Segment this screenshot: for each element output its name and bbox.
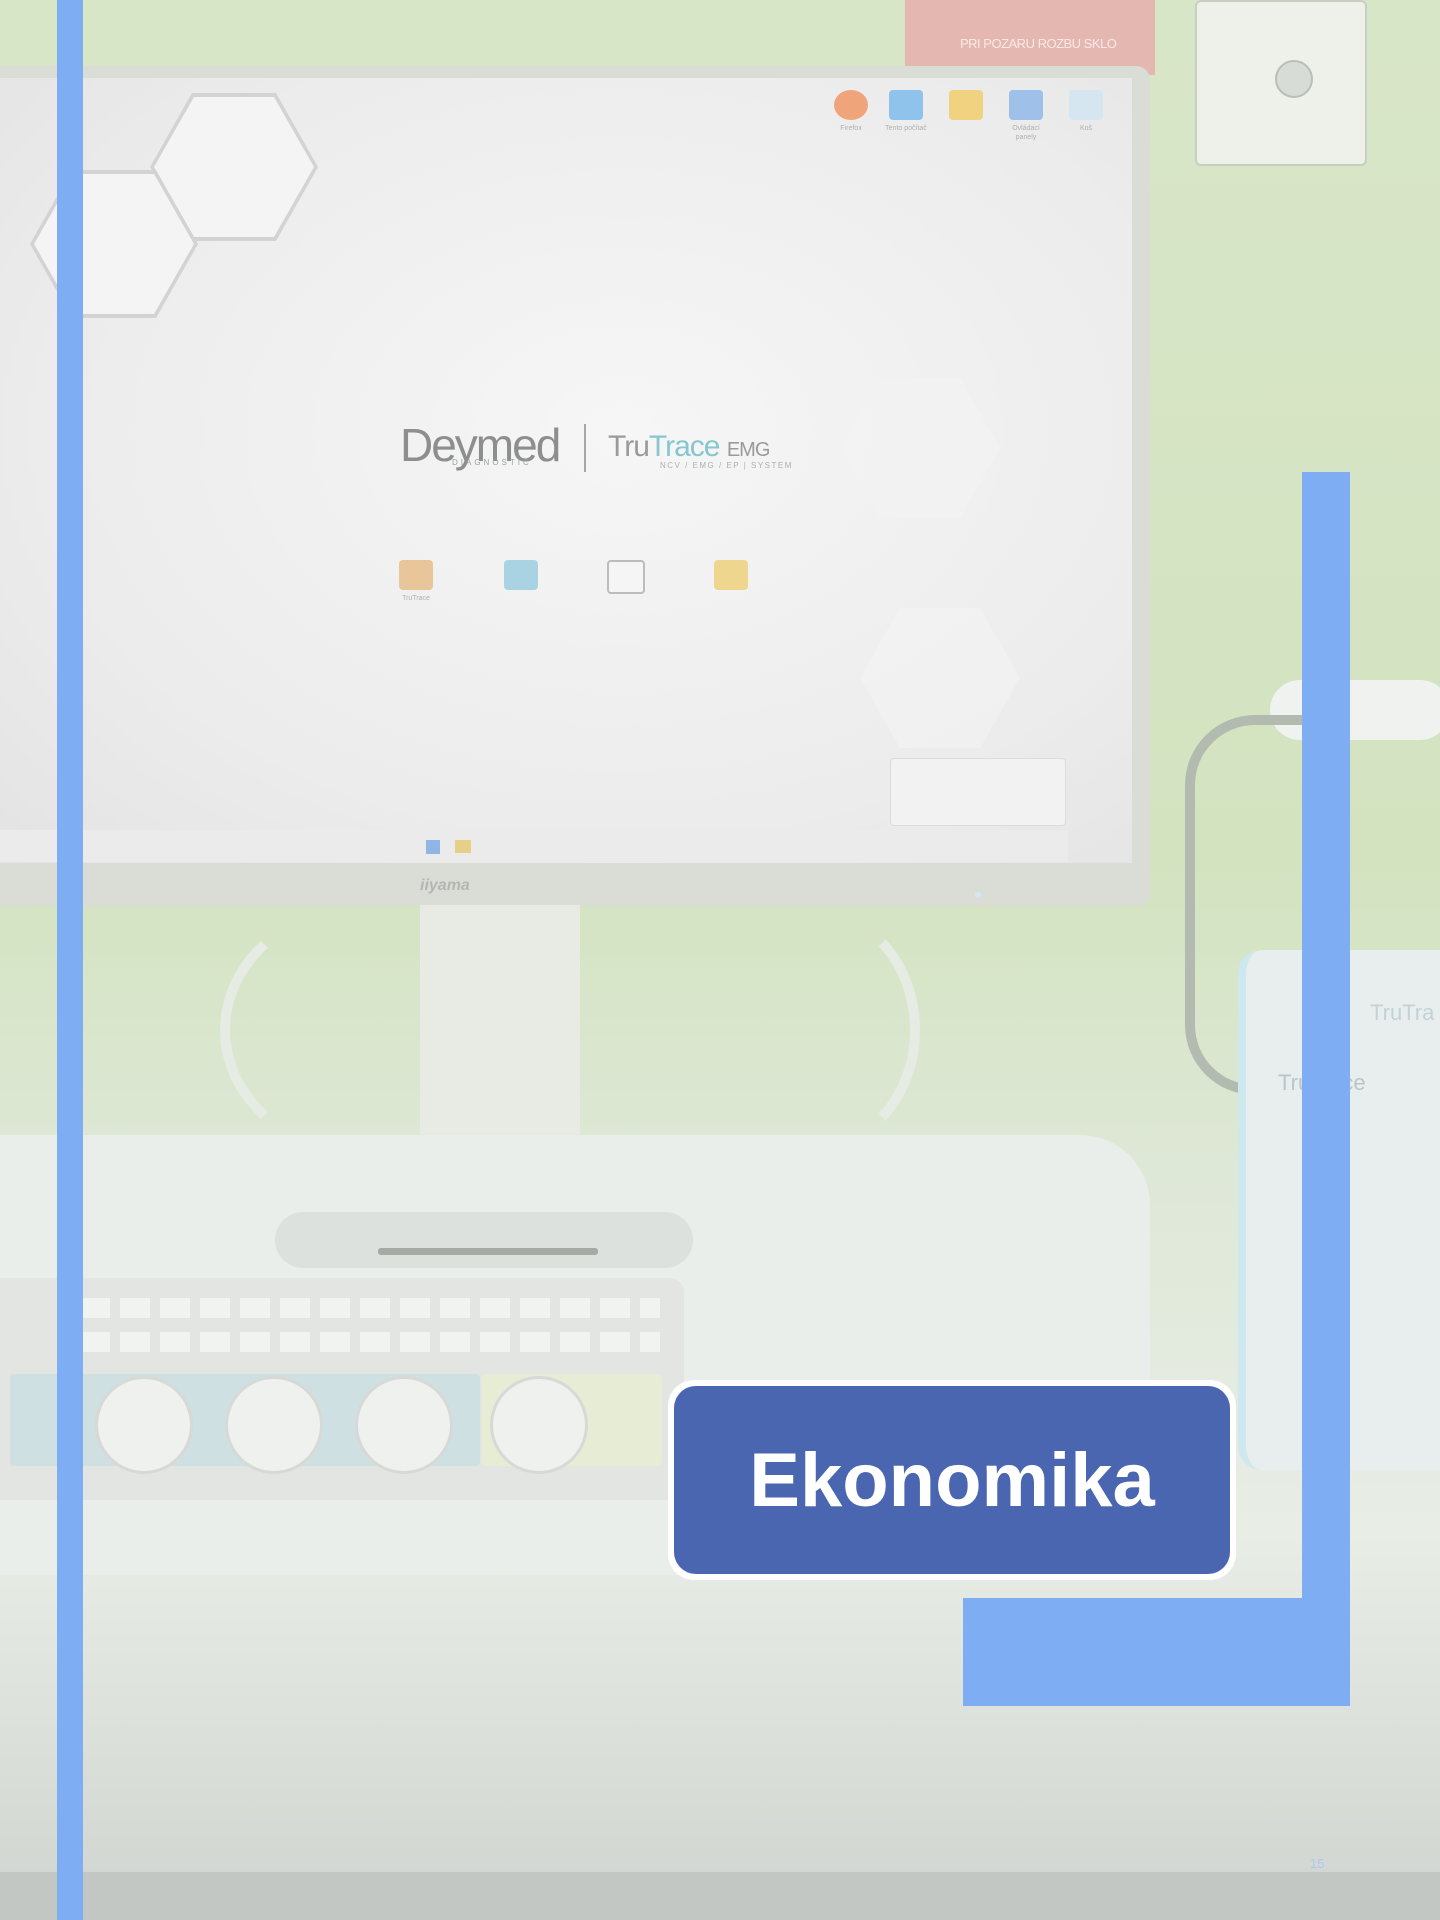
jog-dial — [490, 1376, 588, 1474]
left-accent-bar — [57, 0, 83, 1920]
power-led — [975, 892, 981, 898]
pencil — [378, 1248, 598, 1255]
desktop-icon-trutrace: TruTrace — [395, 560, 437, 603]
keyboard-key-row — [80, 1298, 660, 1318]
keyboard-key-row — [80, 1332, 660, 1352]
taskbar-popup — [890, 758, 1066, 826]
amplifier-label: TruTra — [1370, 1000, 1435, 1025]
desktop-icon-folder — [945, 90, 987, 124]
wall-sign-text: PRI POZARU ROZBU SKLO — [960, 36, 1117, 51]
title-box: Ekonomika — [674, 1386, 1230, 1574]
folder-icon — [949, 90, 983, 120]
jog-dial — [225, 1376, 323, 1474]
monitor-brand: iiyama — [420, 877, 470, 894]
jog-dial — [355, 1376, 453, 1474]
document-icon — [607, 560, 645, 594]
file-explorer-icon — [455, 840, 471, 853]
control-panel-icon — [1009, 90, 1043, 120]
product-subtitle: NCV / EMG / EP | SYSTEM — [660, 461, 793, 470]
page-number: 15 — [1310, 1856, 1325, 1871]
database-icon — [504, 560, 538, 590]
recycle-bin-icon — [1069, 90, 1103, 120]
desktop-icon-database — [500, 560, 542, 594]
jog-dial — [95, 1376, 193, 1474]
desktop-icon-shared-folder — [710, 560, 752, 594]
document-page: PRI POZARU ROZBU SKLO Firefox Tento počí… — [0, 0, 1440, 1920]
desktop-icon-document — [605, 560, 647, 598]
firefox-icon — [834, 90, 868, 120]
desktop-icon-recycle-bin: Koš — [1065, 90, 1107, 133]
desktop-icon-control-panel: Ovládací panely — [1005, 90, 1047, 142]
page-title: Ekonomika — [749, 1437, 1155, 1523]
hex-tile — [840, 378, 1000, 518]
cable-conduit — [700, 905, 920, 1155]
desk-slot — [275, 1212, 693, 1268]
emg-app-icon — [399, 560, 433, 590]
brand-subtitle: DIAGNOSTIC — [452, 458, 532, 467]
logo-divider — [584, 424, 586, 472]
taskbar — [0, 830, 1068, 862]
bottom-frame-bar — [963, 1598, 1350, 1706]
desktop-icon-firefox: Firefox — [830, 90, 872, 133]
start-icon — [426, 840, 440, 854]
floor — [0, 1872, 1440, 1920]
folder-icon — [714, 560, 748, 590]
monitor-icon — [889, 90, 923, 120]
hex-tile — [860, 608, 1020, 748]
right-frame-bar — [1302, 472, 1350, 1706]
desktop-icon-this-pc: Tento počítač — [885, 90, 927, 133]
monitor-screen — [0, 78, 1132, 863]
volume-knob — [1275, 60, 1313, 98]
product-logo: TruTrace EMG — [608, 430, 770, 463]
